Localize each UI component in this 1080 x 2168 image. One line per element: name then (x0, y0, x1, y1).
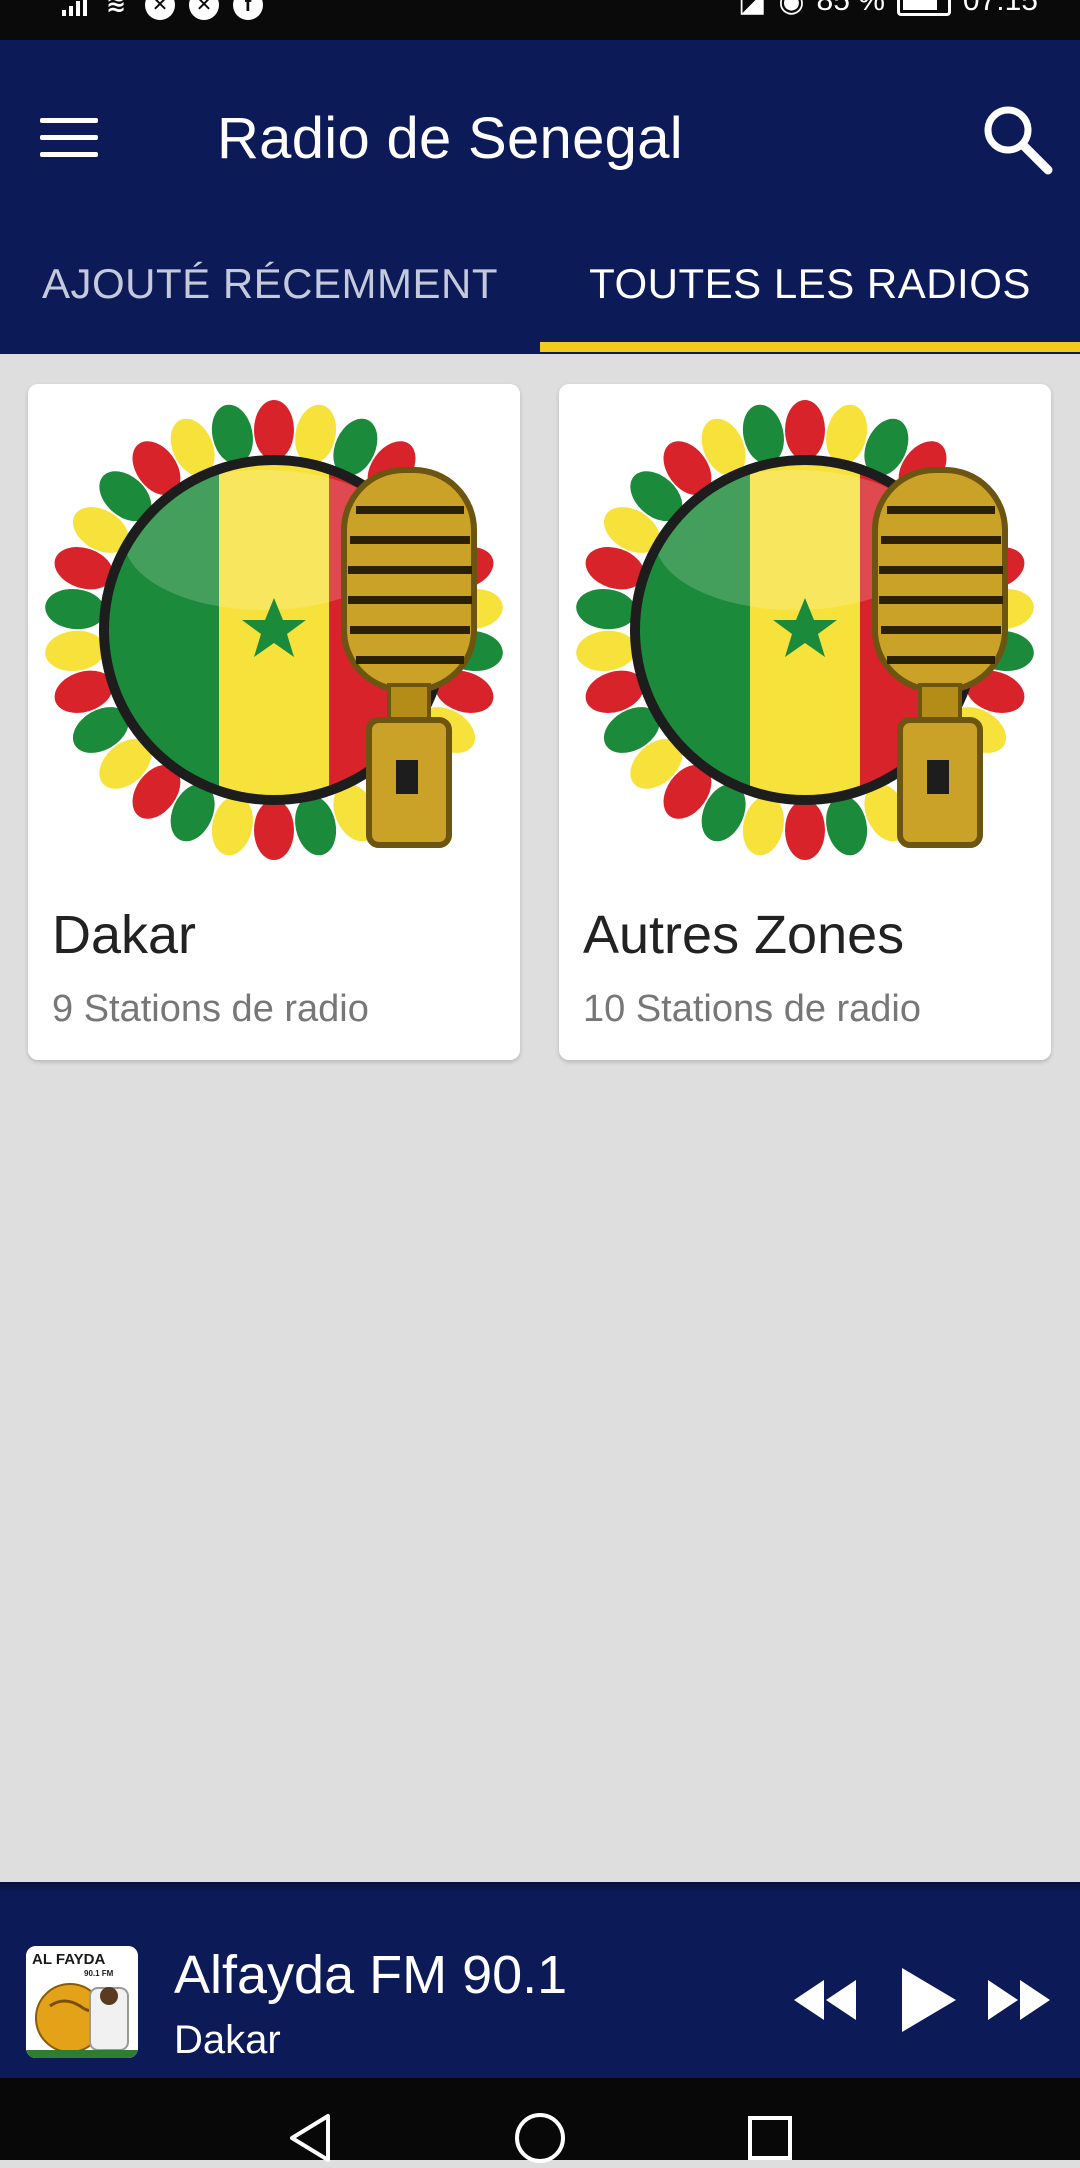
badge-petal (785, 800, 825, 860)
now-playing-city: Dakar (174, 2018, 281, 2062)
region-card-dakar[interactable]: Dakar 9 Stations de radio (28, 384, 520, 1060)
app-bar: Radio de Senegal AJOUTÉ RÉCEMMENT TOUTES… (0, 40, 1080, 354)
tab-indicator (540, 342, 1080, 352)
card-subtitle: 10 Stations de radio (583, 988, 922, 1030)
senegal-flag-microphone-icon (45, 400, 503, 860)
card-title: Autres Zones (583, 905, 905, 965)
region-card-autres-zones[interactable]: Autres Zones 10 Stations de radio (559, 384, 1051, 1060)
facebook-icon: f (233, 0, 263, 20)
badge-petal (254, 400, 294, 460)
system-navigation-bar (0, 2078, 1080, 2163)
badge-petal (45, 630, 106, 672)
tab-recently-added[interactable]: AJOUTÉ RÉCEMMENT (0, 240, 540, 354)
station-logo-frequency: 90.1 FM (84, 1969, 114, 1978)
clock: 07:15 (962, 0, 1038, 17)
hamburger-menu-icon[interactable] (40, 102, 128, 172)
signal-icon (62, 0, 87, 16)
badge-petal (254, 800, 294, 860)
cast-icon: ◪ (737, 0, 767, 18)
card-subtitle: 9 Stations de radio (52, 988, 369, 1030)
wifi-icon: ≋ (105, 0, 127, 18)
player-shadow (0, 1882, 1080, 1892)
notification-app-icon-2: ✕ (189, 0, 219, 20)
microphone-icon (872, 467, 1008, 848)
battery-icon (896, 0, 951, 16)
play-icon[interactable] (884, 1960, 964, 2040)
eye-icon: ◉ (778, 0, 805, 18)
badge-petal (576, 630, 637, 672)
badge-petal (785, 400, 825, 460)
microphone-icon (341, 467, 477, 848)
tab-all-radios[interactable]: TOUTES LES RADIOS (540, 240, 1080, 354)
senegal-flag-microphone-icon (576, 400, 1034, 860)
card-title: Dakar (52, 905, 197, 965)
badge-petal (45, 588, 106, 630)
tab-bar: AJOUTÉ RÉCEMMENT TOUTES LES RADIOS (0, 240, 1080, 354)
station-logo-brand: AL FAYDA (32, 1951, 106, 1968)
rewind-icon[interactable] (784, 1960, 864, 2040)
battery-percent: 85 % (816, 0, 885, 17)
station-logo-art: AL FAYDA 90.1 FM (26, 1946, 138, 2058)
notification-app-icon: ✕ (145, 0, 175, 20)
badge-petal (576, 588, 637, 630)
recents-icon[interactable] (740, 2108, 800, 2168)
station-logo: AL FAYDA 90.1 FM (26, 1946, 138, 2058)
status-bar: ≋ ✕ ✕ f ◪ ◉ 85 % 07:15 (0, 0, 1080, 40)
now-playing-station: Alfayda FM 90.1 (174, 1945, 568, 2005)
mini-player[interactable]: AL FAYDA 90.1 FM Alfayda FM 90.1 Dakar (0, 1882, 1080, 2078)
search-icon[interactable] (970, 92, 1066, 188)
status-icons-right: ◪ ◉ 85 % 07:15 (737, 0, 1038, 18)
fast-forward-icon[interactable] (980, 1960, 1060, 2040)
home-icon[interactable] (510, 2108, 570, 2168)
back-icon[interactable] (280, 2108, 340, 2168)
app-title: Radio de Senegal (217, 106, 683, 171)
status-icons-left: ≋ ✕ ✕ f (62, 0, 263, 20)
